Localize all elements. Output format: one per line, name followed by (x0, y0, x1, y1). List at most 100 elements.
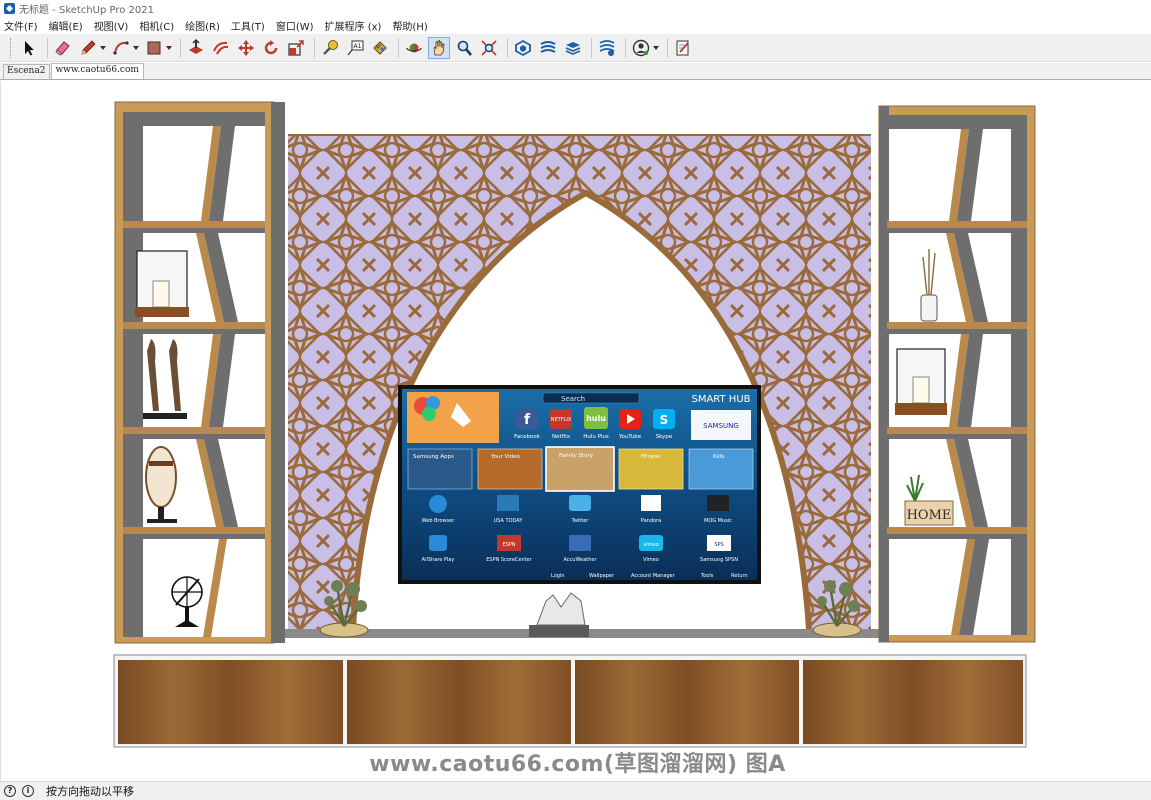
app-label-allshare: AllShare Play (422, 557, 455, 563)
decor-plants (319, 580, 862, 638)
toolbar-separator (314, 37, 315, 58)
menu-tools[interactable]: 工具(T) (231, 18, 265, 33)
panel-kids: Kids (713, 454, 725, 460)
rotate-icon[interactable] (260, 37, 282, 59)
hulu-badge: hulu (586, 414, 606, 423)
app-label-espn: ESPN ScoreCenter (486, 557, 532, 563)
help-icon[interactable]: ? (4, 785, 16, 797)
select-icon[interactable] (18, 37, 40, 59)
svg-text:A1: A1 (354, 43, 362, 50)
info-icon[interactable]: i (22, 785, 34, 797)
tv-footer-tools: Tools (700, 573, 714, 579)
menu-help[interactable]: 帮助(H) (392, 18, 427, 33)
push-pull-icon[interactable] (185, 37, 207, 59)
status-message: 按方向拖动以平移 (46, 785, 134, 798)
model-viewport[interactable]: HOME Search SMART HUB f NETFLIX hulu S S… (0, 81, 1151, 781)
toolbar-separator (47, 37, 48, 58)
app-label-facebook: Facebook (514, 434, 541, 440)
toolbar-grip[interactable] (10, 37, 13, 58)
app-label-accuweather: AccuWeather (563, 557, 597, 563)
tv-footer-return: Return (731, 573, 748, 579)
send-feedback-icon[interactable] (672, 37, 694, 59)
toolbar-separator (507, 37, 508, 58)
pan-icon[interactable] (428, 36, 450, 59)
extension-warehouse-icon[interactable] (537, 37, 559, 59)
orbit-icon[interactable] (403, 37, 425, 59)
app-label-samsung-spsn: Samsung SPSN (700, 557, 738, 563)
menu-view[interactable]: 视图(V) (94, 18, 129, 33)
app-label-skype: Skype (656, 434, 673, 440)
app-label-pandora: Pandora (641, 518, 661, 524)
app-label-vimeo: Vimeo (643, 557, 659, 563)
model-canvas[interactable]: HOME Search SMART HUB f NETFLIX hulu S S… (1, 81, 1151, 781)
tv-search-label: Search (561, 395, 585, 403)
tv-brand-header: SMART HUB (691, 394, 750, 405)
scale-icon[interactable] (285, 37, 307, 59)
pencil-dropdown-chevron-icon[interactable] (99, 37, 106, 59)
skype-s-glyph: S (660, 413, 669, 427)
toolbar-separator (591, 37, 592, 58)
tape-measure-icon[interactable] (319, 37, 341, 59)
warehouse-icon[interactable] (512, 37, 534, 59)
tv-footer-account: Account Manager (631, 573, 676, 579)
rectangle-icon[interactable] (143, 37, 165, 59)
panel-family-story: Family Story (559, 453, 594, 459)
menu-extensions[interactable]: 扩展程序 (x) (325, 18, 382, 33)
toolbar-separator (667, 37, 668, 58)
title-bar: 无标题 - SketchUp Pro 2021 (0, 0, 1151, 17)
app-label-twitter: Twitter (571, 518, 590, 524)
sports-badge: SPS (714, 542, 723, 548)
arc-dropdown-chevron-icon[interactable] (132, 37, 139, 59)
window-title: 无标题 - SketchUp Pro 2021 (19, 5, 154, 16)
menu-draw[interactable]: 绘图(R) (185, 18, 220, 33)
tv-footer-wallpaper: Wallpaper (589, 573, 615, 579)
app-label-netflix: Netflix (552, 434, 571, 440)
zoom-extents-icon[interactable] (478, 37, 500, 59)
right-shelf-unit: HOME (878, 105, 1036, 643)
tab-caotu66[interactable]: www.caotu66.com (51, 63, 144, 79)
menu-camera[interactable]: 相机(C) (139, 18, 174, 33)
facebook-f-glyph: f (524, 412, 531, 428)
app-label-mog-music: MOG Music (704, 518, 732, 524)
toolbar: A1 (0, 34, 1151, 62)
menu-bar: 文件(F) 编辑(E) 视图(V) 相机(C) 绘图(R) 工具(T) 窗口(W… (0, 17, 1151, 34)
pencil-icon[interactable] (77, 37, 99, 59)
tab-escena2[interactable]: Escena2 (3, 64, 51, 79)
app-label-hulu: Hulu Plus (583, 434, 609, 440)
vimeo-badge: vimeo (643, 542, 658, 548)
rectangle-dropdown-chevron-icon[interactable] (165, 37, 172, 59)
left-shelf-unit (114, 101, 285, 644)
tv-footer-login: Login (551, 573, 565, 579)
menu-window[interactable]: 窗口(W) (276, 18, 314, 33)
extension-manager-icon[interactable] (596, 37, 618, 59)
layout-icon[interactable] (562, 37, 584, 59)
user-account-icon[interactable] (630, 37, 652, 59)
offset-icon[interactable] (210, 37, 232, 59)
menu-edit[interactable]: 编辑(E) (49, 18, 83, 33)
scene-tab-bar: Escena2 www.caotu66.com (0, 63, 1151, 80)
samsung-logo: SAMSUNG (703, 422, 739, 430)
sketchup-logo-icon (4, 3, 15, 14)
watermark-text: www.caotu66.com(草图溜溜网) 图A (369, 752, 786, 777)
netflix-badge: NETFLIX (551, 417, 572, 423)
smart-tv: Search SMART HUB f NETFLIX hulu S SAMSUN… (398, 385, 761, 584)
panel-fitness: Fitness (641, 454, 660, 460)
app-label-youtube: YouTube (618, 434, 642, 440)
zoom-icon[interactable] (453, 37, 475, 59)
app-label-usa-today: USA TODAY (494, 518, 524, 524)
eraser-icon[interactable] (52, 37, 74, 59)
toolbar-separator (625, 37, 626, 58)
paint-bucket-icon[interactable] (369, 37, 391, 59)
toolbar-separator (398, 37, 399, 58)
text-icon[interactable]: A1 (344, 37, 366, 59)
home-sign-text: HOME (907, 508, 952, 523)
panel-your-video: Your Video (490, 454, 521, 460)
tv-cabinet (113, 654, 1027, 748)
espn-badge: ESPN (502, 542, 515, 548)
toolbar-separator (180, 37, 181, 58)
menu-file[interactable]: 文件(F) (4, 18, 38, 33)
account-dropdown-chevron-icon[interactable] (652, 37, 659, 59)
app-label-web-browser: Web Browser (422, 518, 456, 524)
move-icon[interactable] (235, 37, 257, 59)
arc-icon[interactable] (110, 37, 132, 59)
